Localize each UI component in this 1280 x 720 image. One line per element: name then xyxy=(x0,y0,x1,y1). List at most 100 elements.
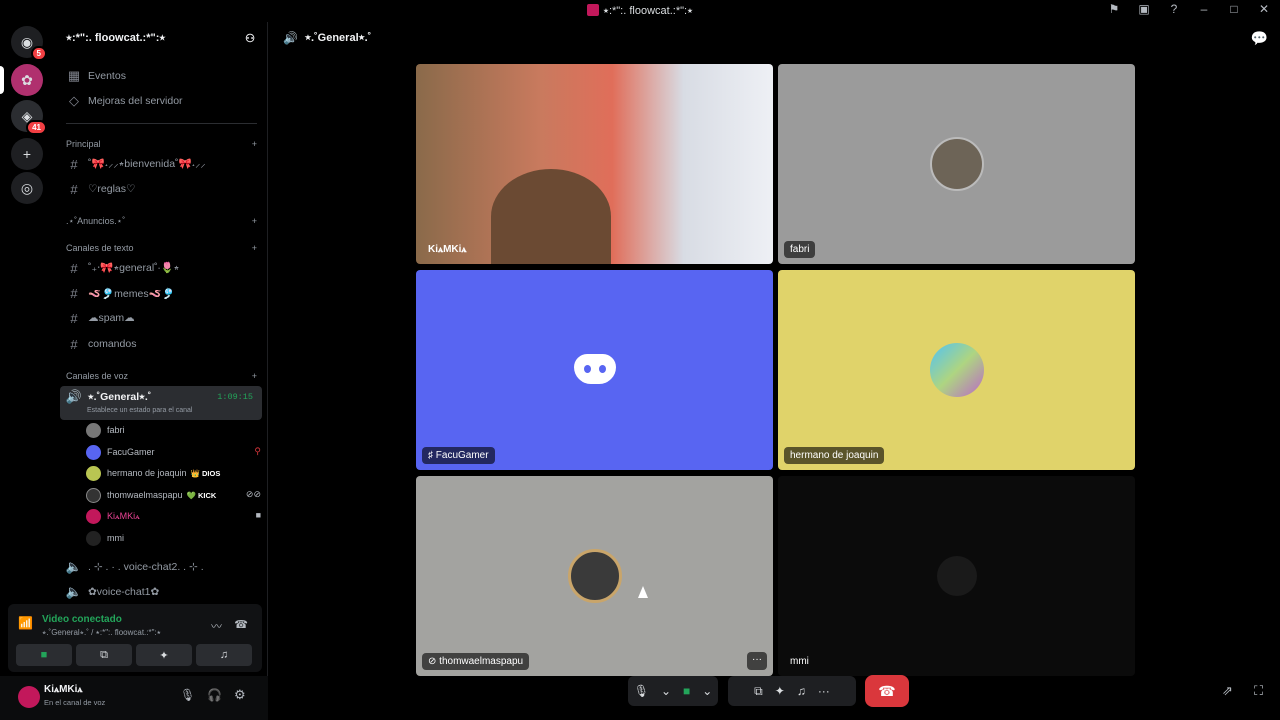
window-title: ⭑:*":. floowcat.:*":⭑ xyxy=(603,5,693,17)
soundboard-button[interactable]: ♫ xyxy=(196,644,252,666)
category-anuncios[interactable]: .⋆˚Anuncios.⋆˚ + xyxy=(66,216,257,227)
more-icon[interactable]: ··· xyxy=(818,684,830,698)
boost-icon: ◇ xyxy=(69,93,79,108)
call-header: 🔊 ⭒.˚General⭒.˚ 💬 xyxy=(269,22,1280,54)
category-voz[interactable]: Canales de voz + xyxy=(66,371,257,381)
mouse-cursor xyxy=(638,586,648,598)
noise-suppression-icon[interactable]: 〰 xyxy=(211,618,222,634)
disconnect-button[interactable]: ☎ xyxy=(865,675,909,707)
camera-icon[interactable]: ■ xyxy=(683,684,690,698)
category-texto[interactable]: Canales de texto + xyxy=(66,243,257,253)
camera-button[interactable]: ■ xyxy=(16,644,72,666)
video-tile-hermano[interactable]: hermano de joaquin xyxy=(778,270,1135,470)
participant-name-tag: ♯ FacuGamer xyxy=(422,447,495,464)
maximize-button[interactable]: □ xyxy=(1226,2,1242,16)
server-icon-other[interactable]: ◈ 41 xyxy=(11,100,47,135)
close-button[interactable]: ✕ xyxy=(1256,2,1272,16)
screen-icon[interactable]: ▣ xyxy=(1136,2,1152,16)
participant-name: hermano de joaquin xyxy=(784,447,885,464)
server-header[interactable]: ⭑:*":. floowcat.:*":⭑ ⚇ xyxy=(54,22,267,58)
events-item[interactable]: ▦ Eventos xyxy=(64,64,261,88)
channel-comandos[interactable]: # comandos xyxy=(64,332,261,356)
avatar xyxy=(929,343,984,397)
microphone-icon[interactable]: 🎙 xyxy=(634,684,649,698)
media-control-group: 🎙 ⌄ ■ ⌄ xyxy=(628,676,718,706)
channel-reglas[interactable]: # ♡reglas♡ xyxy=(64,177,261,201)
soundboard-icon[interactable]: ♫ xyxy=(797,684,806,698)
participant-name: KiꭺMKiꭺ xyxy=(428,244,467,255)
add-server-icon[interactable]: + xyxy=(11,138,43,170)
video-tile-mmi[interactable]: mmi xyxy=(778,476,1135,676)
avatar xyxy=(86,444,101,460)
popout-icon[interactable]: ⇗ xyxy=(1222,683,1233,699)
screen-share-button[interactable]: ⧉ xyxy=(76,644,132,666)
participant-name-tag: ⊘ thomwaelmaspapu xyxy=(422,653,530,670)
hash-icon: # xyxy=(70,285,78,301)
app-window: ⭑:*":. floowcat.:*":⭑ ⚑ ▣ ? – □ ✕ ◉ 5 ✿ ◈… xyxy=(0,0,1280,720)
voice-status-hint[interactable]: Establece un estado para el canal xyxy=(87,407,192,414)
activities-icon[interactable]: ✦ xyxy=(775,684,785,698)
voice-channel-1[interactable]: 🔈 ✿voice-chat1✿ xyxy=(64,580,261,604)
microphone-icon[interactable]: 🎙 xyxy=(180,688,195,702)
user-status: En el canal de voz xyxy=(44,698,106,707)
hash-icon: # xyxy=(70,310,78,326)
speaker-icon: 🔈 xyxy=(65,584,83,599)
voice-user[interactable]: FacuGamer xyxy=(86,442,155,462)
boosts-item[interactable]: ◇ Mejoras del servidor xyxy=(64,89,261,113)
settings-gear-icon[interactable]: ⚙ xyxy=(234,687,246,703)
add-channel-icon[interactable]: + xyxy=(252,243,257,253)
chat-bubble-icon[interactable]: 💬 xyxy=(1251,30,1268,47)
video-tile-facugamer[interactable]: ♯ FacuGamer xyxy=(416,270,773,470)
category-principal[interactable]: Principal + xyxy=(66,139,257,149)
discover-icon[interactable]: ◎ xyxy=(11,172,43,204)
chevron-down-icon[interactable]: ⌄ xyxy=(661,684,671,698)
muted-icon: ⊘ xyxy=(428,656,440,667)
channel-general-text[interactable]: # ˚₊‧🎀⭒general˚‧🌷⭒ xyxy=(64,256,261,280)
server-icon-floowcat[interactable]: ✿ xyxy=(11,64,43,96)
minimize-button[interactable]: – xyxy=(1196,2,1212,16)
screen-share-icon[interactable]: ⧉ xyxy=(754,684,763,699)
voice-channel-2[interactable]: 🔈. ⊹ . · . voice-chat2. . ⊹ . xyxy=(64,555,261,579)
voice-connection-panel: 📶 Video conectado ⭒.˚General⭒.˚ / ⭑:*":.… xyxy=(8,604,262,672)
avatar xyxy=(86,487,101,503)
channel-memes[interactable]: # 🪱🎐memes🪱🎐 xyxy=(64,281,261,305)
activities-button[interactable]: ✦ xyxy=(136,644,192,666)
channel-title: ⭒.˚General⭒.˚ xyxy=(305,32,372,44)
video-tile-kiamkia[interactable]: KiꭺMKiꭺ xyxy=(416,64,773,264)
avatar[interactable] xyxy=(18,686,40,708)
voice-user[interactable]: KiꭺMKiꭺ xyxy=(86,506,140,526)
discord-logo-icon xyxy=(574,354,616,384)
fullscreen-icon[interactable]: ⛶ xyxy=(1254,683,1263,699)
voice-user[interactable]: fabri xyxy=(86,420,125,440)
avatar xyxy=(86,422,101,438)
invite-icon[interactable]: ⚇ xyxy=(245,32,255,48)
help-icon[interactable]: ? xyxy=(1166,2,1182,16)
voice-connected-subtitle[interactable]: ⭒.˚General⭒.˚ / ⭑:*":. floowcat.:*":⭑ xyxy=(42,628,161,638)
avatar xyxy=(567,549,622,603)
participant-video xyxy=(491,169,611,264)
user-panel: KiꭺMKiꭺ En el canal de voz 🎙 🎧 ⚙ xyxy=(0,676,268,720)
voice-user[interactable]: hermano de joaquin 👑 DIOS xyxy=(86,463,220,483)
chevron-down-icon[interactable]: ⌄ xyxy=(702,684,712,698)
signal-icon[interactable]: 📶 xyxy=(18,616,33,630)
add-channel-icon[interactable]: + xyxy=(252,371,257,381)
voice-user[interactable]: thomwaelmaspapu 💚 KICK xyxy=(86,485,216,505)
speaker-icon: 🔈 xyxy=(65,559,83,574)
video-tile-thomwael[interactable]: ⊘ thomwaelmaspapu ··· xyxy=(416,476,773,676)
video-tile-fabri[interactable]: fabri xyxy=(778,64,1135,264)
voice-connected-title: Video conectado xyxy=(42,614,122,625)
headphones-icon[interactable]: 🎧 xyxy=(207,688,222,702)
channel-spam[interactable]: # ☁spam☁ xyxy=(64,306,261,330)
add-channel-icon[interactable]: + xyxy=(252,216,257,227)
disconnect-icon[interactable]: ☎ xyxy=(234,618,248,631)
channel-bienvenida[interactable]: # ˚🎀˖⸝⸝⭒bienvenida˚🎀˖⸝⸝ xyxy=(64,152,261,176)
more-options-button[interactable]: ··· xyxy=(747,652,767,670)
server-icon xyxy=(587,4,599,16)
inbox-flag-icon[interactable]: ⚑ xyxy=(1106,2,1122,16)
direct-messages-icon[interactable]: ◉ 5 xyxy=(11,26,47,61)
divider xyxy=(66,123,257,124)
avatar xyxy=(86,530,101,546)
add-channel-icon[interactable]: + xyxy=(252,139,257,149)
streaming-icon: ♯ xyxy=(428,450,436,461)
voice-user[interactable]: mmi xyxy=(86,528,124,548)
